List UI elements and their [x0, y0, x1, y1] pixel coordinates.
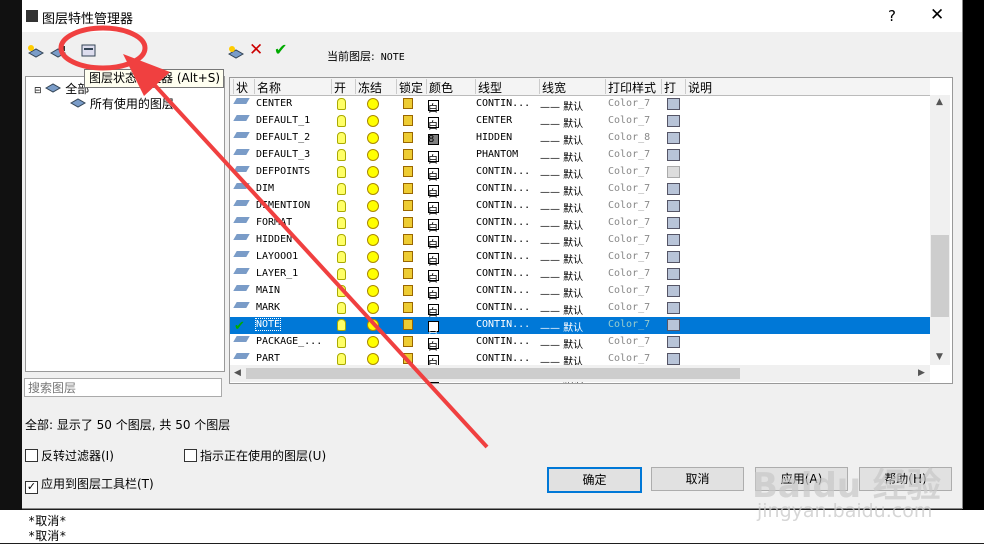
annotation-overlay	[58, 25, 489, 449]
annotation-arrow-line	[148, 78, 489, 449]
annotation-arrowhead	[123, 54, 170, 96]
